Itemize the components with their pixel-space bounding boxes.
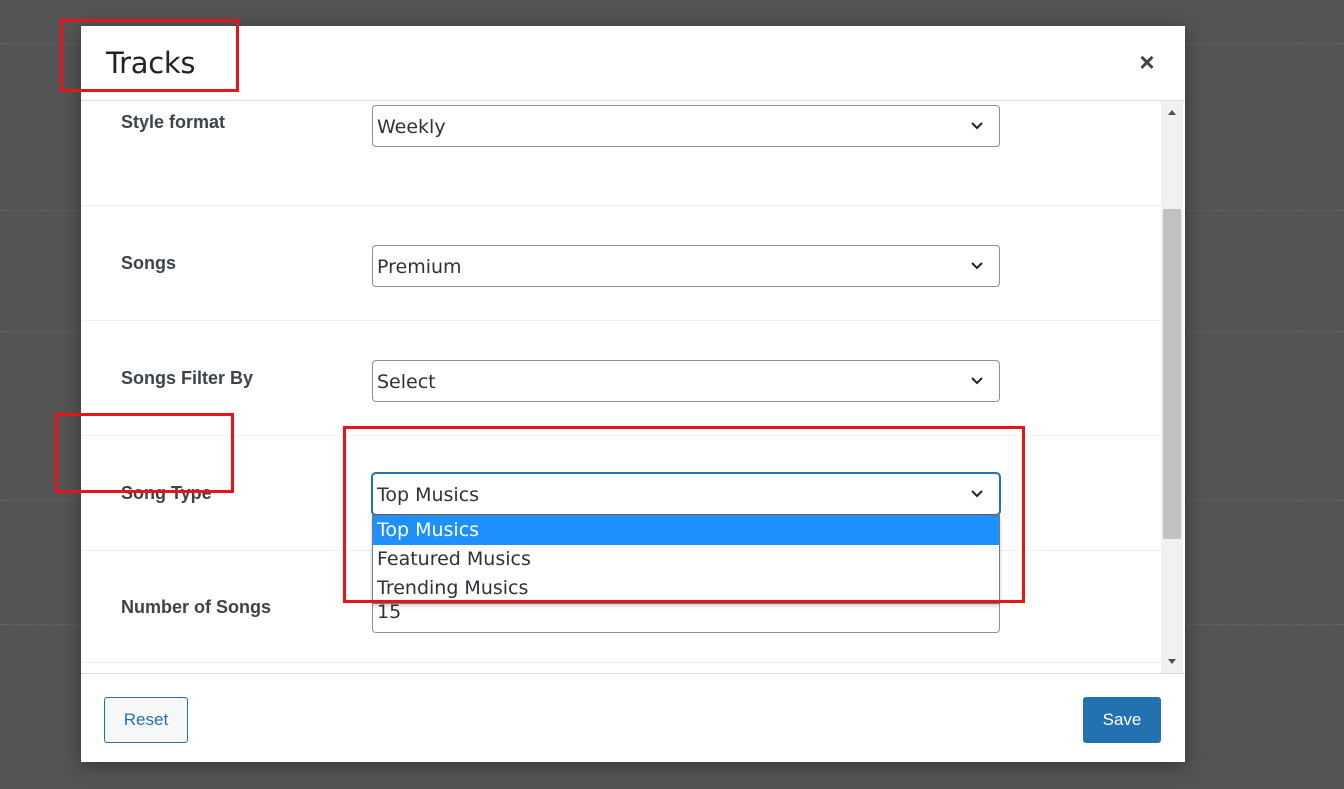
song-type-label: Song Type xyxy=(121,483,212,503)
dropdown-option-featured-musics[interactable]: Featured Musics xyxy=(373,545,999,574)
modal-footer: Reset Save xyxy=(81,673,1185,763)
save-button[interactable]: Save xyxy=(1083,697,1161,743)
modal-body: Style format Weekly Songs Premium Songs … xyxy=(81,101,1185,673)
chevron-down-icon xyxy=(971,262,983,270)
style-format-value: Weekly xyxy=(377,116,446,138)
songs-filter-by-value: Select xyxy=(377,371,436,393)
form-row-songs: Songs Premium xyxy=(81,206,1161,321)
style-format-select[interactable]: Weekly xyxy=(372,105,1000,147)
modal-header: Tracks × xyxy=(81,26,1185,101)
songs-label: Songs xyxy=(121,253,177,273)
form-row-style-format: Style format Weekly xyxy=(81,101,1161,206)
close-button[interactable]: × xyxy=(1133,48,1161,76)
close-icon: × xyxy=(1139,47,1155,77)
songs-filter-by-select[interactable]: Select xyxy=(372,360,1000,402)
chevron-down-icon xyxy=(971,490,983,498)
song-type-value: Top Musics xyxy=(377,484,480,506)
song-type-dropdown-list: Top Musics Featured Musics Trending Musi… xyxy=(372,515,1000,604)
tracks-modal: Tracks × Style format Weekly Songs Premi… xyxy=(81,26,1185,762)
songs-select[interactable]: Premium xyxy=(372,245,1000,287)
modal-scrollbar[interactable] xyxy=(1161,101,1183,673)
song-type-select[interactable]: Top Musics xyxy=(372,473,1000,515)
dropdown-option-top-musics[interactable]: Top Musics xyxy=(373,516,999,545)
songs-filter-by-label: Songs Filter By xyxy=(121,368,254,388)
dropdown-option-trending-musics[interactable]: Trending Musics xyxy=(373,574,999,603)
arrow-up-icon[interactable] xyxy=(1161,103,1183,121)
style-format-label: Style format xyxy=(121,112,226,132)
form-row-songs-filter-by: Songs Filter By Select xyxy=(81,321,1161,436)
chevron-down-icon xyxy=(971,122,983,130)
reset-button[interactable]: Reset xyxy=(104,697,188,743)
arrow-down-icon[interactable] xyxy=(1161,653,1183,671)
number-of-songs-label: Number of Songs xyxy=(121,597,272,617)
scrollbar-thumb[interactable] xyxy=(1163,209,1181,539)
modal-title: Tracks xyxy=(106,46,196,80)
songs-value: Premium xyxy=(377,256,462,278)
chevron-down-icon xyxy=(971,377,983,385)
